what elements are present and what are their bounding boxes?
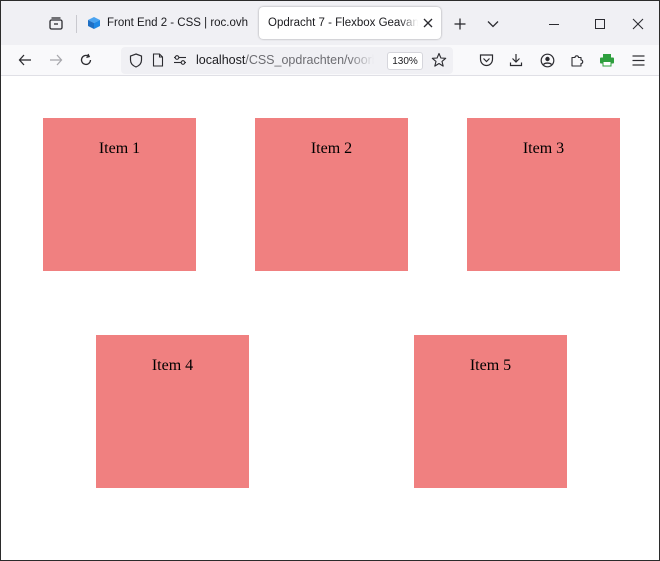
item-label: Item 5 — [469, 357, 512, 374]
tab-label: Front End 2 - CSS | roc.ovh — [107, 17, 249, 29]
url-path: /CSS_opdrachten/voorbeeld — [245, 53, 374, 67]
tab-separator — [76, 15, 77, 33]
maximize-icon[interactable] — [587, 11, 613, 37]
close-tab-icon[interactable] — [421, 16, 435, 30]
url-host: localhost — [196, 53, 246, 67]
star-icon[interactable] — [431, 52, 447, 68]
pocket-icon[interactable] — [474, 48, 498, 72]
reload-icon[interactable] — [74, 48, 98, 72]
tab-overview-icon[interactable] — [43, 11, 69, 37]
flex-item-1: Item 1 — [43, 118, 196, 271]
tab-opdracht-7[interactable]: Opdracht 7 - Flexbox Geavanceerd — [259, 7, 441, 39]
printer-icon[interactable] — [595, 48, 619, 72]
minimize-icon[interactable] — [541, 11, 567, 37]
url-text[interactable]: localhost/CSS_opdrachten/voorbeeld — [196, 53, 374, 69]
favicon-icon — [87, 16, 101, 30]
close-icon[interactable] — [625, 11, 651, 37]
tab-front-end[interactable]: Front End 2 - CSS | roc.ovh — [81, 7, 253, 39]
item-label: Item 4 — [151, 357, 194, 374]
page-icon[interactable] — [152, 53, 164, 67]
permissions-icon[interactable] — [173, 54, 187, 66]
tab-strip: Front End 2 - CSS | roc.ovh Opdracht 7 -… — [1, 1, 659, 45]
item-label: Item 1 — [98, 140, 141, 157]
flex-item-4: Item 4 — [96, 335, 249, 488]
download-icon[interactable] — [504, 48, 528, 72]
flex-item-2: Item 2 — [255, 118, 408, 271]
tab-label: Opdracht 7 - Flexbox Geavanceerd — [268, 17, 418, 29]
item-label: Item 2 — [310, 140, 353, 157]
plus-icon[interactable] — [447, 11, 473, 37]
browser-window: Front End 2 - CSS | roc.ovh Opdracht 7 -… — [0, 0, 660, 561]
item-label: Item 3 — [522, 140, 565, 157]
hamburger-menu-icon[interactable] — [626, 48, 650, 72]
page-viewport: Item 1 Item 2 Item 3 Item 4 Item 5 — [1, 77, 659, 560]
puzzle-icon[interactable] — [565, 48, 589, 72]
back-arrow-icon[interactable] — [13, 48, 37, 72]
navigation-toolbar: localhost/CSS_opdrachten/voorbeeld 130% — [1, 45, 659, 76]
address-bar[interactable]: localhost/CSS_opdrachten/voorbeeld 130% — [121, 47, 453, 74]
account-icon[interactable] — [535, 48, 559, 72]
flex-item-5: Item 5 — [414, 335, 567, 488]
zoom-level-badge[interactable]: 130% — [387, 52, 423, 70]
forward-arrow-icon[interactable] — [44, 48, 68, 72]
chevron-down-icon[interactable] — [480, 11, 506, 37]
shield-icon[interactable] — [129, 53, 143, 68]
flex-item-3: Item 3 — [467, 118, 620, 271]
